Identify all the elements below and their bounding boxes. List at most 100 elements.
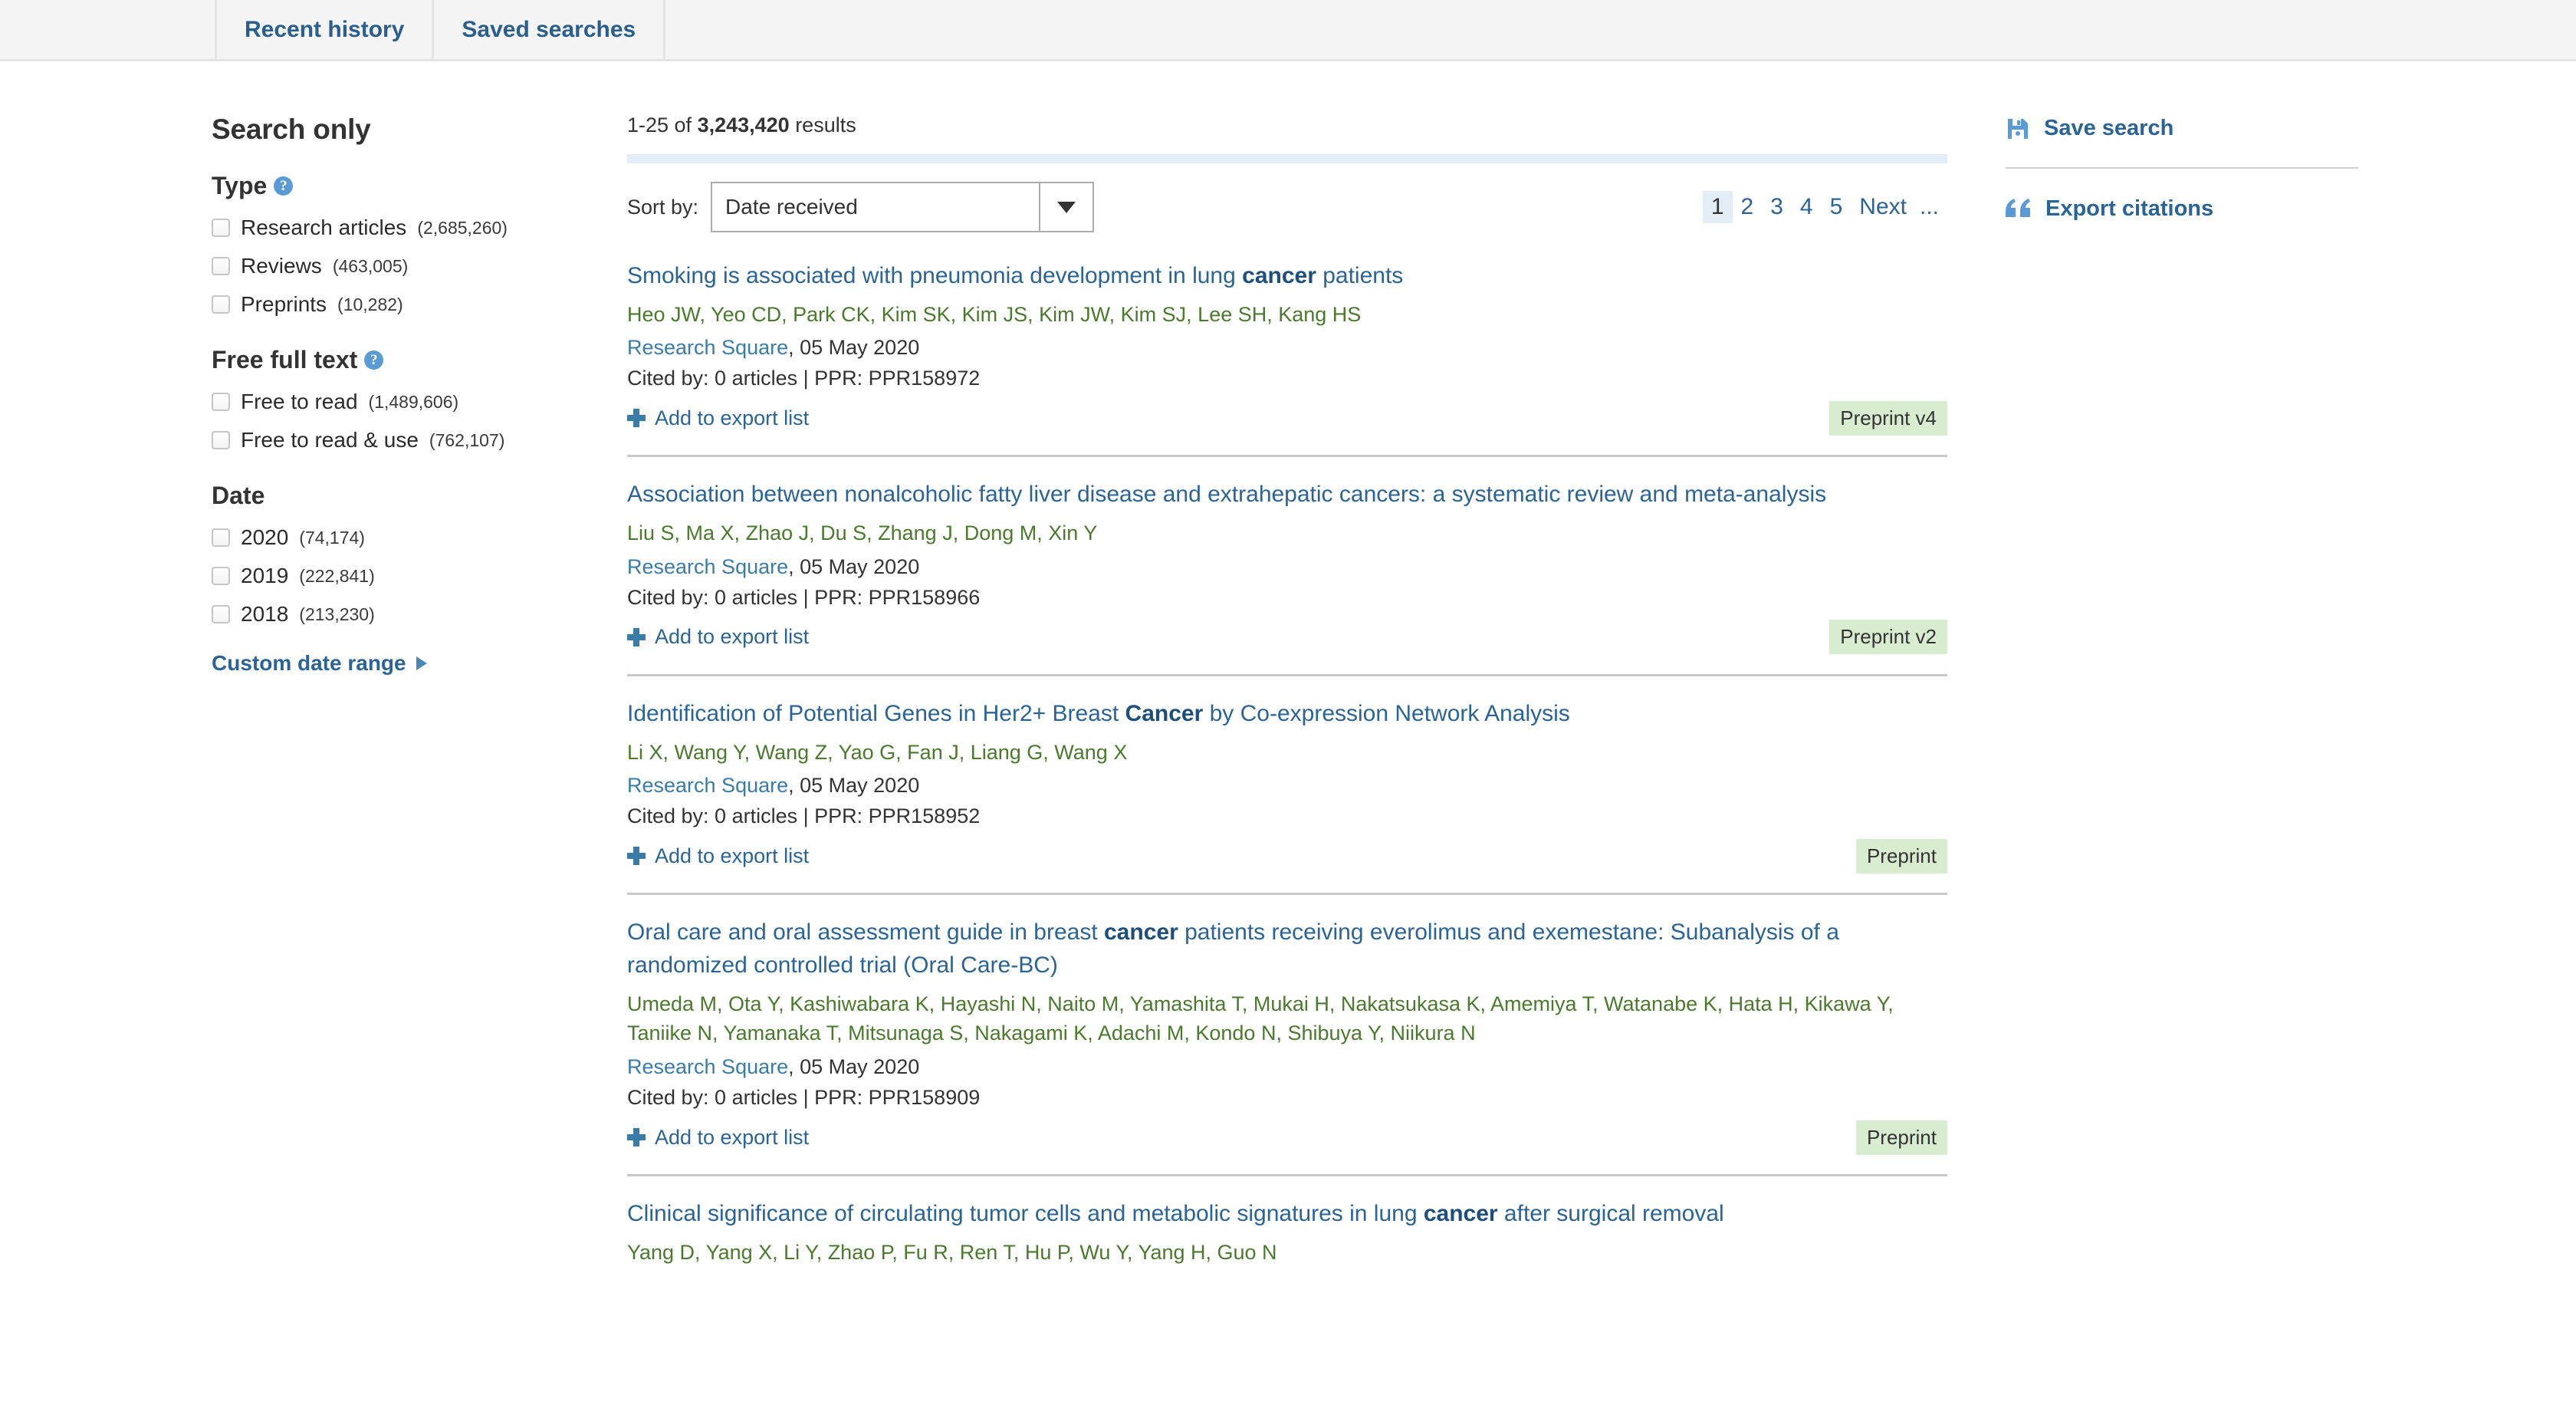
result-journal[interactable]: Research Square: [627, 1055, 788, 1078]
sidebar-heading: Search only: [212, 113, 610, 146]
result-cited-by: Cited by: 0 articles | PPR: PPR158952: [627, 804, 1947, 828]
sort-by-value: Date received: [712, 183, 1039, 231]
result-actions: Add to export list Preprint v2: [627, 621, 1947, 653]
checkbox-2019[interactable]: [212, 567, 230, 585]
pagination-page-5[interactable]: 5: [1822, 191, 1852, 223]
checkbox-2018[interactable]: [212, 605, 230, 623]
tab-recent-history-label: Recent history: [245, 17, 404, 43]
facet-label: Reviews: [241, 255, 322, 277]
result-title[interactable]: Association between nonalcoholic fatty l…: [627, 479, 1947, 512]
result-title-highlight: cancer: [1424, 1201, 1498, 1226]
checkbox-research-articles[interactable]: [212, 219, 230, 237]
plus-icon: [627, 628, 646, 646]
result-item: Clinical significance of circulating tum…: [627, 1174, 1947, 1267]
save-search-button[interactable]: Save search: [2006, 110, 2358, 147]
facet-option-research-articles[interactable]: Research articles (2,685,260): [212, 217, 610, 239]
page-body: Search only Type ? Research articles (2,…: [0, 64, 2576, 1408]
add-to-export-list-button[interactable]: Add to export list: [627, 406, 809, 430]
result-cited-by: Cited by: 0 articles | PPR: PPR158909: [627, 1086, 1947, 1110]
result-actions: Add to export list Preprint: [627, 840, 1947, 872]
facet-count: (2,685,260): [417, 219, 508, 237]
facet-option-reviews[interactable]: Reviews (463,005): [212, 255, 610, 277]
result-journal[interactable]: Research Square: [627, 555, 788, 578]
pagination-page-4[interactable]: 4: [1792, 191, 1822, 223]
facet-count: (222,841): [299, 567, 374, 585]
add-to-export-list-button[interactable]: Add to export list: [627, 1126, 809, 1150]
result-title[interactable]: Clinical significance of circulating tum…: [627, 1198, 1947, 1231]
plus-icon: [627, 1128, 646, 1146]
sort-by-select[interactable]: Date received: [711, 182, 1094, 232]
sort-and-pagination-row: Sort by: Date received 1 2 3 4 5 Next ..…: [627, 180, 1947, 234]
result-cited-by: Cited by: 0 articles | PPR: PPR158972: [627, 367, 1947, 390]
facet-count: (463,005): [333, 258, 408, 275]
checkbox-free-to-read[interactable]: [212, 393, 230, 411]
add-to-export-list-button[interactable]: Add to export list: [627, 625, 809, 649]
top-tab-bar: Recent history Saved searches: [0, 0, 2576, 61]
result-authors[interactable]: Yang D, Yang X, Li Y, Zhao P, Fu R, Ren …: [627, 1238, 1947, 1268]
facet-sidebar: Search only Type ? Research articles (2,…: [212, 113, 610, 676]
result-authors[interactable]: Li X, Wang Y, Wang Z, Yao G, Fan J, Lian…: [627, 738, 1947, 768]
result-actions: Add to export list Preprint: [627, 1121, 1947, 1153]
add-to-export-list-button[interactable]: Add to export list: [627, 844, 809, 868]
result-journal[interactable]: Research Square: [627, 774, 788, 797]
facet-option-2020[interactable]: 2020 (74,174): [212, 527, 610, 548]
result-date: , 05 May 2020: [788, 774, 919, 797]
result-authors[interactable]: Heo JW, Yeo CD, Park CK, Kim SK, Kim JS,…: [627, 300, 1947, 330]
tab-saved-searches[interactable]: Saved searches: [434, 0, 665, 59]
result-title-post: after surgical removal: [1498, 1201, 1724, 1226]
pagination-page-1[interactable]: 1: [1703, 191, 1733, 223]
facet-group-type: Type ? Research articles (2,685,260) Rev…: [212, 172, 610, 315]
result-item: Identification of Potential Genes in Her…: [627, 674, 1947, 872]
pagination-more[interactable]: ...: [1915, 191, 1947, 223]
topbar-left-spacer: [0, 0, 217, 59]
result-title-highlight: cancer: [1104, 919, 1178, 945]
pagination-next[interactable]: Next: [1851, 191, 1915, 223]
help-icon[interactable]: ?: [364, 350, 383, 370]
facet-option-free-to-read[interactable]: Free to read (1,489,606): [212, 391, 610, 413]
export-citations-button[interactable]: Export citations: [2006, 190, 2358, 228]
sort-by-arrow[interactable]: [1039, 183, 1092, 231]
pagination: 1 2 3 4 5 Next ...: [1703, 191, 1947, 223]
result-date: , 05 May 2020: [788, 336, 919, 359]
result-source: Research Square, 05 May 2020: [627, 1055, 1947, 1079]
result-title[interactable]: Identification of Potential Genes in Her…: [627, 698, 1947, 731]
sort-by-label: Sort by:: [627, 196, 698, 219]
facet-option-2018[interactable]: 2018 (213,230): [212, 604, 610, 625]
pagination-page-3[interactable]: 3: [1762, 191, 1792, 223]
facet-option-free-to-read-and-use[interactable]: Free to read & use (762,107): [212, 429, 610, 451]
result-title-pre: Clinical significance of circulating tum…: [627, 1201, 1424, 1226]
facet-label: Free to read: [241, 391, 358, 413]
result-authors[interactable]: Umeda M, Ota Y, Kashiwabara K, Hayashi N…: [627, 989, 1947, 1049]
result-journal[interactable]: Research Square: [627, 336, 788, 359]
facet-label: Preprints: [241, 294, 327, 315]
result-title-post: by Co-expression Network Analysis: [1203, 701, 1570, 726]
add-to-export-list-label: Add to export list: [655, 1126, 809, 1150]
help-icon[interactable]: ?: [274, 176, 293, 196]
result-title-pre: Identification of Potential Genes in Her…: [627, 701, 1125, 726]
result-title[interactable]: Smoking is associated with pneumonia dev…: [627, 260, 1947, 293]
custom-date-range-link[interactable]: Custom date range: [212, 651, 610, 676]
facet-label: 2020: [241, 527, 288, 548]
result-item: Association between nonalcoholic fatty l…: [627, 455, 1947, 653]
chevron-down-icon: [1057, 202, 1076, 213]
result-title[interactable]: Oral care and oral assessment guide in b…: [627, 916, 1947, 982]
facet-option-2019[interactable]: 2019 (222,841): [212, 565, 610, 587]
result-authors[interactable]: Liu S, Ma X, Zhao J, Du S, Zhang J, Dong…: [627, 518, 1947, 548]
result-source: Research Square, 05 May 2020: [627, 336, 1947, 360]
facet-option-preprints[interactable]: Preprints (10,282): [212, 294, 610, 315]
results-total: 3,243,420: [698, 113, 790, 137]
checkbox-2020[interactable]: [212, 528, 230, 547]
plus-icon: [627, 409, 646, 427]
result-title-highlight: cancer: [1242, 263, 1316, 288]
facet-title-type-label: Type: [212, 172, 267, 200]
results-count: 1-25 of 3,243,420 results: [627, 113, 1947, 137]
tab-recent-history[interactable]: Recent history: [217, 0, 434, 59]
facet-label: Research articles: [241, 217, 406, 239]
pagination-page-2[interactable]: 2: [1733, 191, 1763, 223]
status-badge: Preprint v2: [1829, 620, 1947, 654]
checkbox-reviews[interactable]: [212, 257, 230, 275]
facet-count: (213,230): [299, 606, 374, 623]
checkbox-free-to-read-and-use[interactable]: [212, 431, 230, 449]
floppy-disk-icon: [2006, 117, 2030, 141]
checkbox-preprints[interactable]: [212, 295, 230, 314]
